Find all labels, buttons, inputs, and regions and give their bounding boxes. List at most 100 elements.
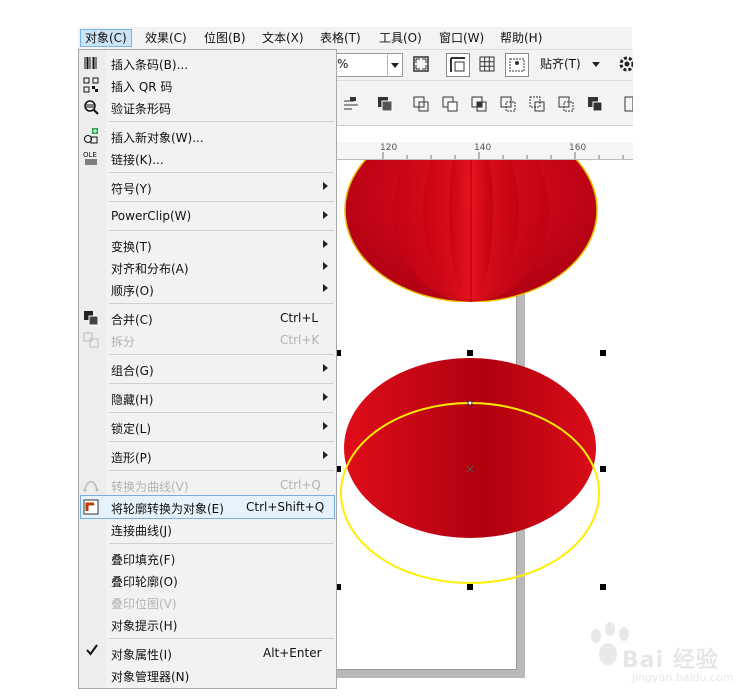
menu-separator xyxy=(109,303,334,304)
menu-item-label: 叠印轮廓(O) xyxy=(111,575,178,589)
menu-bitmaps[interactable]: 位图(B) xyxy=(200,30,250,46)
menu-item-convert-to-curves: 转换为曲线(V) Ctrl+Q xyxy=(79,474,336,496)
menu-table[interactable]: 表格(T) xyxy=(316,30,365,46)
menu-separator xyxy=(109,638,334,639)
show-grid-icon[interactable] xyxy=(476,53,498,75)
align-distribute-icon[interactable] xyxy=(340,93,362,115)
menu-separator xyxy=(109,121,334,122)
combine-icon xyxy=(83,310,99,326)
menu-item-shortcut: Ctrl+L xyxy=(280,311,319,325)
menu-item-group[interactable]: 组合(G) xyxy=(79,358,336,380)
menu-item-label: PowerClip(W) xyxy=(111,209,192,223)
menu-item-break-apart: 拆分 Ctrl+K xyxy=(79,329,336,351)
menu-separator xyxy=(109,201,334,202)
menu-separator xyxy=(109,441,334,442)
gear-icon[interactable] xyxy=(617,53,635,75)
menu-item-insert-barcode[interactable]: 插入条码(B)... xyxy=(79,52,336,74)
show-guidelines-icon[interactable] xyxy=(505,53,529,77)
lantern-top-shape[interactable] xyxy=(344,160,598,302)
submenu-arrow-icon xyxy=(323,451,328,459)
menu-item-order[interactable]: 顺序(O) xyxy=(79,278,336,300)
submenu-arrow-icon xyxy=(323,284,328,292)
menu-item-label: 组合(G) xyxy=(111,364,154,378)
submenu-arrow-icon xyxy=(323,393,328,401)
drawing-canvas[interactable] xyxy=(337,160,633,690)
menu-item-label: 顺序(O) xyxy=(111,284,154,298)
full-screen-preview-icon[interactable] xyxy=(410,53,432,75)
barcode-icon xyxy=(83,55,99,71)
insert-object-icon xyxy=(83,128,99,144)
menu-item-verify-barcode[interactable]: 验证条形码 xyxy=(79,96,336,118)
snap-to-dropdown[interactable]: 贴齐(T) xyxy=(540,55,601,72)
menu-item-label: 对齐和分布(A) xyxy=(111,262,189,276)
weld-icon[interactable] xyxy=(410,93,432,115)
ruler-label: 120 xyxy=(380,143,398,153)
lantern-bottom-shape[interactable] xyxy=(344,358,596,538)
menu-item-align-distribute[interactable]: 对齐和分布(A) xyxy=(79,256,336,278)
more-tools-icon[interactable] xyxy=(622,93,634,115)
menu-item-object-hints[interactable]: 对象提示(H) xyxy=(79,613,336,635)
menu-item-overprint-outline[interactable]: 叠印轮廓(O) xyxy=(79,569,336,591)
convert-curves-icon xyxy=(83,477,99,493)
horizontal-ruler[interactable]: 120 140 160 xyxy=(337,142,633,160)
snap-to-label: 贴齐(T) xyxy=(540,57,581,71)
show-rulers-icon[interactable] xyxy=(446,53,470,77)
menu-item-insert-new-object[interactable]: 插入新对象(W)... xyxy=(79,125,336,147)
watermark-url: jingyan.baidu.com xyxy=(632,671,734,684)
combine-tool-icon[interactable] xyxy=(374,93,396,115)
break-apart-icon xyxy=(83,332,99,348)
menu-item-label: 连接曲线(J) xyxy=(111,524,172,538)
menu-tools[interactable]: 工具(O) xyxy=(375,30,426,46)
node-handle[interactable] xyxy=(467,400,473,406)
submenu-arrow-icon xyxy=(323,364,328,372)
menu-item-hide[interactable]: 隐藏(H) xyxy=(79,387,336,409)
front-minus-back-icon[interactable] xyxy=(526,93,548,115)
trim-icon[interactable] xyxy=(439,93,461,115)
ruler-label: 140 xyxy=(474,143,492,153)
ole-link-icon: OLE xyxy=(83,150,99,166)
submenu-arrow-icon xyxy=(323,211,328,219)
zoom-level-combo[interactable]: % xyxy=(337,53,403,77)
simplify-icon[interactable] xyxy=(497,93,519,115)
menu-item-label: 对象提示(H) xyxy=(111,619,178,633)
svg-text:OLE: OLE xyxy=(83,151,97,159)
intersect-icon[interactable] xyxy=(468,93,490,115)
menu-help[interactable]: 帮助(H) xyxy=(496,30,546,46)
menu-window[interactable]: 窗口(W) xyxy=(435,30,488,46)
submenu-arrow-icon xyxy=(323,182,328,190)
menu-item-combine[interactable]: 合并(C) Ctrl+L xyxy=(79,307,336,329)
menu-item-label: 将轮廓转换为对象(E) xyxy=(111,502,224,516)
menu-item-links[interactable]: OLE 链接(K)... xyxy=(79,147,336,169)
menu-item-label: 链接(K)... xyxy=(111,153,164,167)
menu-item-symbol[interactable]: 符号(Y) xyxy=(79,176,336,198)
menu-text[interactable]: 文本(X) xyxy=(258,30,308,46)
menu-item-lock[interactable]: 锁定(L) xyxy=(79,416,336,438)
menu-item-label: 锁定(L) xyxy=(111,422,152,436)
submenu-arrow-icon xyxy=(323,262,328,270)
menu-item-transform[interactable]: 变换(T) xyxy=(79,234,336,256)
menu-item-object-properties[interactable]: 对象属性(I) Alt+Enter xyxy=(79,642,336,664)
create-boundary-icon[interactable] xyxy=(584,93,606,115)
menu-item-convert-outline-to-object[interactable]: 将轮廓转换为对象(E) Ctrl+Shift+Q xyxy=(80,495,335,519)
outline-to-object-icon xyxy=(83,499,99,515)
menu-item-label: 变换(T) xyxy=(111,240,152,254)
back-minus-front-icon[interactable] xyxy=(555,93,577,115)
menu-item-shortcut: Alt+Enter xyxy=(263,646,322,660)
menu-item-overprint-fill[interactable]: 叠印填充(F) xyxy=(79,547,336,569)
menu-object[interactable]: 对象(C) xyxy=(80,29,132,47)
menu-item-join-curves[interactable]: 连接曲线(J) xyxy=(79,518,336,540)
watermark-brand: Bai 经验 xyxy=(622,648,719,673)
menu-item-label: 合并(C) xyxy=(111,313,153,327)
menu-item-object-manager[interactable]: 对象管理器(N) xyxy=(79,664,336,686)
menu-item-label: 拆分 xyxy=(111,335,136,349)
menu-item-powerclip[interactable]: PowerClip(W) xyxy=(79,205,336,227)
menu-item-label: 符号(Y) xyxy=(111,182,152,196)
menu-item-label: 叠印填充(F) xyxy=(111,553,176,567)
checkmark-icon xyxy=(86,644,98,660)
menu-effects[interactable]: 效果(C) xyxy=(141,30,191,46)
menu-item-insert-qr[interactable]: 插入 QR 码 xyxy=(79,74,336,96)
chevron-down-icon[interactable] xyxy=(387,54,402,76)
menu-separator xyxy=(109,412,334,413)
menu-separator xyxy=(109,543,334,544)
menu-item-shaping[interactable]: 造形(P) xyxy=(79,445,336,467)
